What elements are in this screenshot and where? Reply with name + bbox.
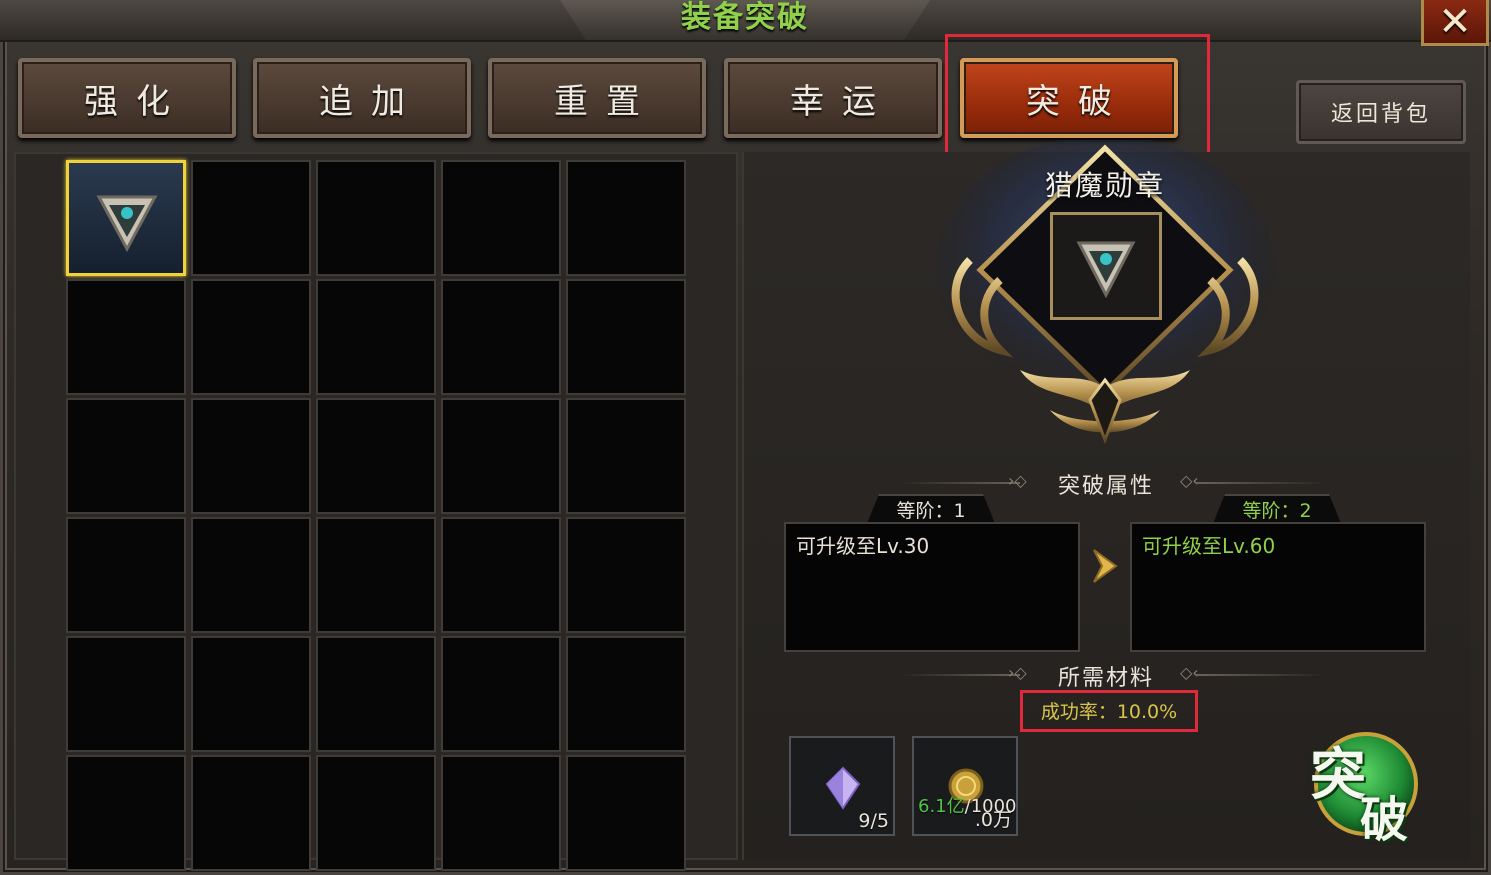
target-item-slot[interactable]: [1050, 212, 1162, 320]
success-rate: 成功率：10.0%: [1020, 690, 1198, 732]
close-button[interactable]: ✕: [1421, 0, 1489, 46]
inventory-slot[interactable]: [66, 517, 186, 633]
inventory-slot[interactable]: [316, 517, 436, 633]
inventory-slot[interactable]: [441, 160, 561, 276]
gold-need-unit: .0万: [974, 809, 1012, 831]
inventory-slot-selected[interactable]: [66, 160, 186, 276]
inventory-slot[interactable]: [441, 517, 561, 633]
inventory-slot[interactable]: [441, 398, 561, 514]
inventory-slot[interactable]: [66, 279, 186, 395]
return-to-bag-button[interactable]: 返回背包: [1296, 80, 1466, 144]
inventory-slot[interactable]: [191, 755, 311, 871]
section-title-materials: 所需材料: [1057, 666, 1154, 691]
breakthrough-label-top: 突: [1310, 743, 1366, 808]
inventory-slot[interactable]: [66, 755, 186, 871]
medal-icon: [96, 195, 158, 253]
inventory-slot[interactable]: [566, 636, 686, 752]
inventory-slot[interactable]: [441, 279, 561, 395]
tab-strengthen[interactable]: 强化: [18, 58, 236, 138]
material-slot-gold[interactable]: 6.1亿/1000 .0万: [912, 736, 1018, 836]
section-title-attributes: 突破属性: [1057, 474, 1154, 499]
inventory-slot[interactable]: [66, 398, 186, 514]
breakthrough-action-button[interactable]: 突 破: [1304, 728, 1424, 848]
inventory-slot[interactable]: [316, 279, 436, 395]
inventory-slot[interactable]: [566, 517, 686, 633]
inventory-slot[interactable]: [441, 755, 561, 871]
current-tier-description: 可升级至Lv.30: [796, 534, 930, 558]
crystal-count: 9/5: [858, 810, 889, 832]
inventory-slot[interactable]: [566, 398, 686, 514]
current-tier-box: 可升级至Lv.30: [784, 522, 1080, 652]
item-name: 猎魔勋章: [1044, 169, 1165, 202]
breakthrough-label-bottom: 破: [1360, 792, 1409, 848]
divider-right-materials: [1196, 674, 1326, 676]
inventory-slot[interactable]: [566, 279, 686, 395]
divider-ornament-right: ◇‹: [1180, 471, 1199, 490]
inventory-slot[interactable]: [66, 636, 186, 752]
tab-append[interactable]: 追加: [253, 58, 471, 138]
inventory-slot[interactable]: [316, 160, 436, 276]
next-tier-description: 可升级至Lv.60: [1142, 534, 1276, 558]
window-title: 装备突破: [681, 0, 809, 35]
arrow-right-icon: [1093, 549, 1118, 583]
inventory-slot[interactable]: [316, 636, 436, 752]
medal-icon: [1076, 241, 1136, 299]
inventory-slot[interactable]: [191, 160, 311, 276]
inventory-slot[interactable]: [316, 398, 436, 514]
inventory-slot[interactable]: [191, 517, 311, 633]
tab-reset[interactable]: 重置: [488, 58, 706, 138]
tab-luck[interactable]: 幸运: [724, 58, 942, 138]
inventory-slot[interactable]: [441, 636, 561, 752]
inventory-slot[interactable]: [191, 398, 311, 514]
gold-have: 6.1亿: [918, 796, 965, 817]
inventory-slot[interactable]: [566, 755, 686, 871]
inventory-slot[interactable]: [191, 279, 311, 395]
inventory-slot[interactable]: [566, 160, 686, 276]
inventory-slot[interactable]: [191, 636, 311, 752]
divider-ornament-right-materials: ◇‹: [1180, 663, 1199, 682]
material-slot-crystal[interactable]: 9/5: [789, 736, 895, 836]
next-tier-box: 可升级至Lv.60: [1130, 522, 1426, 652]
inventory-slot[interactable]: [316, 755, 436, 871]
divider-right: [1196, 482, 1326, 484]
